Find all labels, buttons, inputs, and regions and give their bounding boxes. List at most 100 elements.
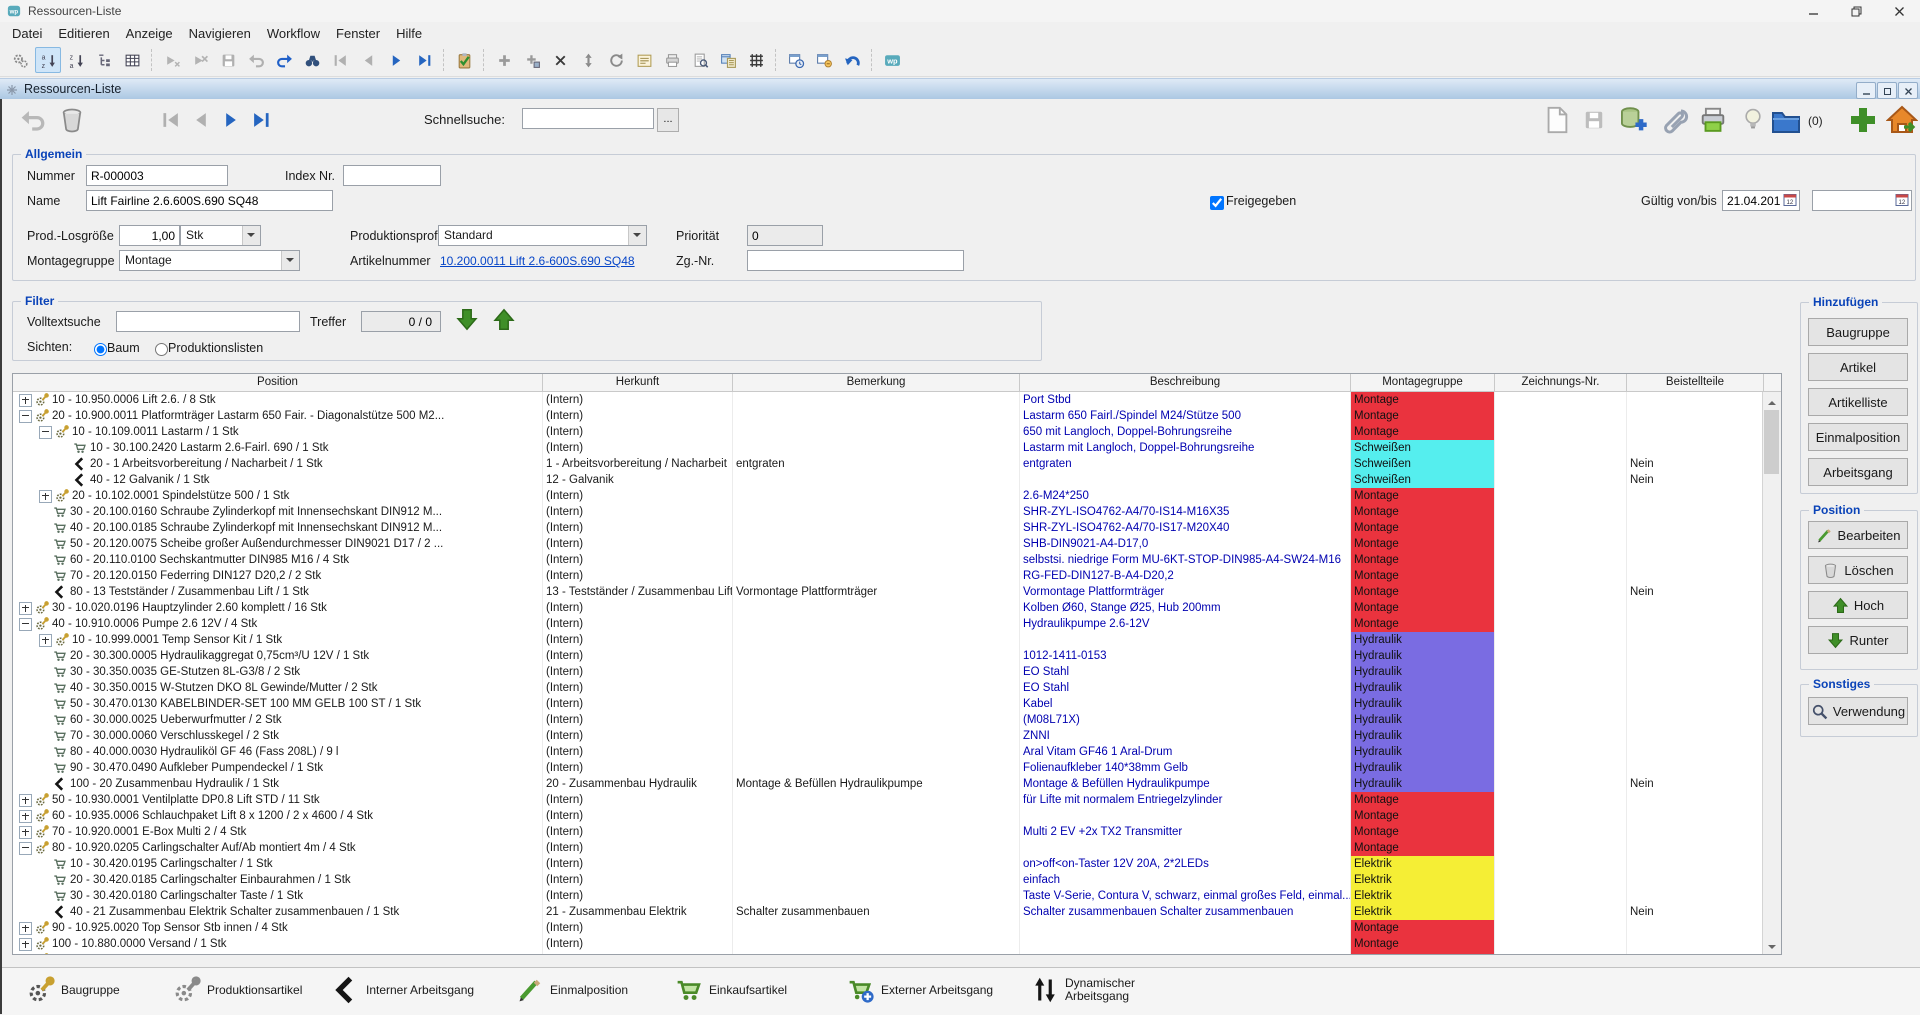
table-row[interactable]: 10 - 30.420.0195 Carlingschalter / 1 Stk… [13, 856, 1763, 872]
record-prev-icon[interactable] [190, 109, 212, 131]
table-row[interactable]: 20 - 1 Arbeitsvorbereitung / Nacharbeit … [13, 456, 1763, 472]
table-row[interactable]: 10 - 30.100.2420 Lastarm 2.6-Fairl. 690 … [13, 440, 1763, 456]
scroll-down-icon[interactable] [1763, 937, 1780, 954]
tab-close-button[interactable] [1898, 82, 1918, 99]
menu-hilfe[interactable]: Hilfe [388, 24, 430, 43]
add-sub-icon[interactable] [519, 47, 545, 73]
undo-navigation-icon[interactable] [839, 47, 865, 73]
add-resource-icon[interactable] [1847, 104, 1879, 136]
table-row[interactable]: 30 - 10.020.0196 Hauptzylinder 2.60 komp… [13, 600, 1763, 616]
expand-icon[interactable] [19, 938, 32, 951]
edit-position-button[interactable]: Bearbeiten [1808, 521, 1908, 549]
collapse-icon[interactable] [19, 618, 32, 631]
table-row[interactable]: 50 - 30.470.0130 KABELBINDER-SET 100 MM … [13, 696, 1763, 712]
add-arbeitsgang-button[interactable]: Arbeitsgang [1808, 458, 1908, 486]
move-up-button[interactable]: Hoch [1808, 591, 1908, 619]
table-row[interactable]: 10 - 10.109.0011 Lastarm / 1 Stk(Intern)… [13, 424, 1763, 440]
menu-fenster[interactable]: Fenster [328, 24, 388, 43]
table-row[interactable]: 20 - 10.900.0011 Platformträger Lastarm … [13, 408, 1763, 424]
table-row[interactable]: 30 - 30.350.0035 GE-Stutzen 8L-G3/8 / 2 … [13, 664, 1763, 680]
profil-dropdown-arrow-icon[interactable] [628, 226, 646, 245]
abort-disabled-icon[interactable] [187, 47, 213, 73]
save-record-icon[interactable] [1582, 108, 1606, 132]
scroll-up-icon[interactable] [1763, 392, 1780, 409]
close-button[interactable] [1879, 0, 1919, 22]
move-updown-icon[interactable] [575, 47, 601, 73]
save-disabled-icon[interactable] [215, 47, 241, 73]
table-row[interactable]: 70 - 30.000.0060 Verschlusskegel / 2 Stk… [13, 728, 1763, 744]
grid-icon[interactable] [743, 47, 769, 73]
table-row[interactable]: 100 - 20 Zusammenbau Hydraulik / 1 Stk20… [13, 776, 1763, 792]
add-artikelliste-button[interactable]: Artikelliste [1808, 388, 1908, 416]
add-einmalposition-button[interactable]: Einmalposition [1808, 423, 1908, 451]
table-row[interactable]: 50 - 10.930.0001 Ventilplatte DP0.8 Lift… [13, 792, 1763, 808]
column-header-beistellteile[interactable]: Beistellteile [1627, 374, 1764, 391]
new-document-icon[interactable] [1542, 105, 1572, 135]
menu-datei[interactable]: Datei [4, 24, 50, 43]
tab-minimize-button[interactable] [1856, 82, 1876, 99]
table-row[interactable]: 90 - 30.470.0490 Aufkleber Pumpendeckel … [13, 760, 1763, 776]
table-row[interactable]: 30 - 20.100.0160 Schraube Zylinderkopf m… [13, 504, 1763, 520]
table-row[interactable]: 60 - 30.000.0025 Ueberwurfmutter / 2 Stk… [13, 712, 1763, 728]
home-icon[interactable] [1886, 104, 1918, 136]
record-last-icon[interactable] [250, 109, 272, 131]
column-header-zeichnungsnr[interactable]: Zeichnungs-Nr. [1495, 374, 1627, 391]
table-row[interactable]: 10 - 10.999.0001 Temp Sensor Kit / 1 Stk… [13, 632, 1763, 648]
import-data-icon[interactable] [1618, 105, 1648, 135]
column-header-beschreibung[interactable]: Beschreibung [1020, 374, 1351, 391]
collapse-icon[interactable] [19, 842, 32, 855]
table-row[interactable]: 80 - 13 Testständer / Zusammenbau Lift /… [13, 584, 1763, 600]
table-row[interactable]: 110 - 10.940.0011 Zubehör / 1 Stk(Intern… [13, 952, 1763, 954]
export-icon[interactable] [715, 47, 741, 73]
table-row[interactable]: 80 - 10.920.0205 Carlingschalter Auf/Ab … [13, 840, 1763, 856]
search-prev-button[interactable] [492, 306, 516, 333]
reload-icon[interactable] [271, 47, 297, 73]
column-header-herkunft[interactable]: Herkunft [543, 374, 733, 391]
restore-button[interactable] [1836, 0, 1876, 22]
attachment-icon[interactable] [1658, 104, 1690, 136]
column-header-montagegruppe[interactable]: Montagegruppe [1351, 374, 1495, 391]
expand-icon[interactable] [19, 922, 32, 935]
column-header-position[interactable]: Position [13, 374, 543, 391]
expand-icon[interactable] [39, 490, 52, 503]
move-down-button[interactable]: Runter [1808, 626, 1908, 654]
collapse-icon[interactable] [39, 426, 52, 439]
undo-record-icon[interactable] [20, 107, 46, 133]
table-row[interactable]: 100 - 10.880.0000 Versand / 1 Stk(Intern… [13, 936, 1763, 952]
delete-position-button[interactable]: Löschen [1808, 556, 1908, 584]
zgnr-input[interactable] [747, 250, 964, 271]
print-preview-icon[interactable] [687, 47, 713, 73]
window-history-icon[interactable] [783, 47, 809, 73]
index-input[interactable] [343, 165, 441, 186]
table-row[interactable]: 70 - 10.920.0001 E-Box Multi 2 / 4 Stk(I… [13, 824, 1763, 840]
window-link-icon[interactable] [811, 47, 837, 73]
delete-icon[interactable] [547, 47, 573, 73]
table-row[interactable]: 30 - 30.420.0180 Carlingschalter Taste /… [13, 888, 1763, 904]
nav-prev-disabled-icon[interactable] [355, 47, 381, 73]
expand-icon[interactable] [19, 954, 32, 955]
table-row[interactable]: 70 - 20.120.0150 Federring DIN127 D20,2 … [13, 568, 1763, 584]
minimize-button[interactable] [1793, 0, 1833, 22]
calendar-von-icon[interactable]: 12 [1782, 192, 1798, 208]
search-binoculars-icon[interactable] [299, 47, 325, 73]
table-row[interactable]: 40 - 10.910.0006 Pumpe 2.6 12V / 4 Stk(I… [13, 616, 1763, 632]
tab-restore-button[interactable] [1877, 82, 1897, 99]
verwendung-button[interactable]: Verwendung [1808, 697, 1908, 725]
add-icon[interactable] [491, 47, 517, 73]
name-input[interactable] [86, 190, 333, 211]
table-row[interactable]: 10 - 10.950.0006 Lift 2.6. / 8 Stk(Inter… [13, 392, 1763, 408]
nav-last-icon[interactable] [411, 47, 437, 73]
tree-structure-icon[interactable] [91, 47, 117, 73]
documents-folder-icon[interactable] [1770, 105, 1802, 137]
menu-workflow[interactable]: Workflow [259, 24, 328, 43]
table-row[interactable]: 20 - 30.300.0005 Hydraulikaggregat 0,75c… [13, 648, 1763, 664]
print-icon[interactable] [659, 47, 685, 73]
table-row[interactable]: 20 - 30.420.0185 Carlingschalter Einbaur… [13, 872, 1763, 888]
montagegruppe-dropdown[interactable]: Montage [119, 250, 300, 271]
table-row[interactable]: 50 - 20.120.0075 Scheibe großer Außendur… [13, 536, 1763, 552]
expand-icon[interactable] [19, 394, 32, 407]
vertical-scrollbar[interactable] [1762, 392, 1781, 954]
table-row[interactable]: 80 - 40.000.0030 Hydrauliköl GF 46 (Fass… [13, 744, 1763, 760]
table-row[interactable]: 90 - 10.925.0020 Top Sensor Stb innen / … [13, 920, 1763, 936]
menu-editieren[interactable]: Editieren [50, 24, 117, 43]
